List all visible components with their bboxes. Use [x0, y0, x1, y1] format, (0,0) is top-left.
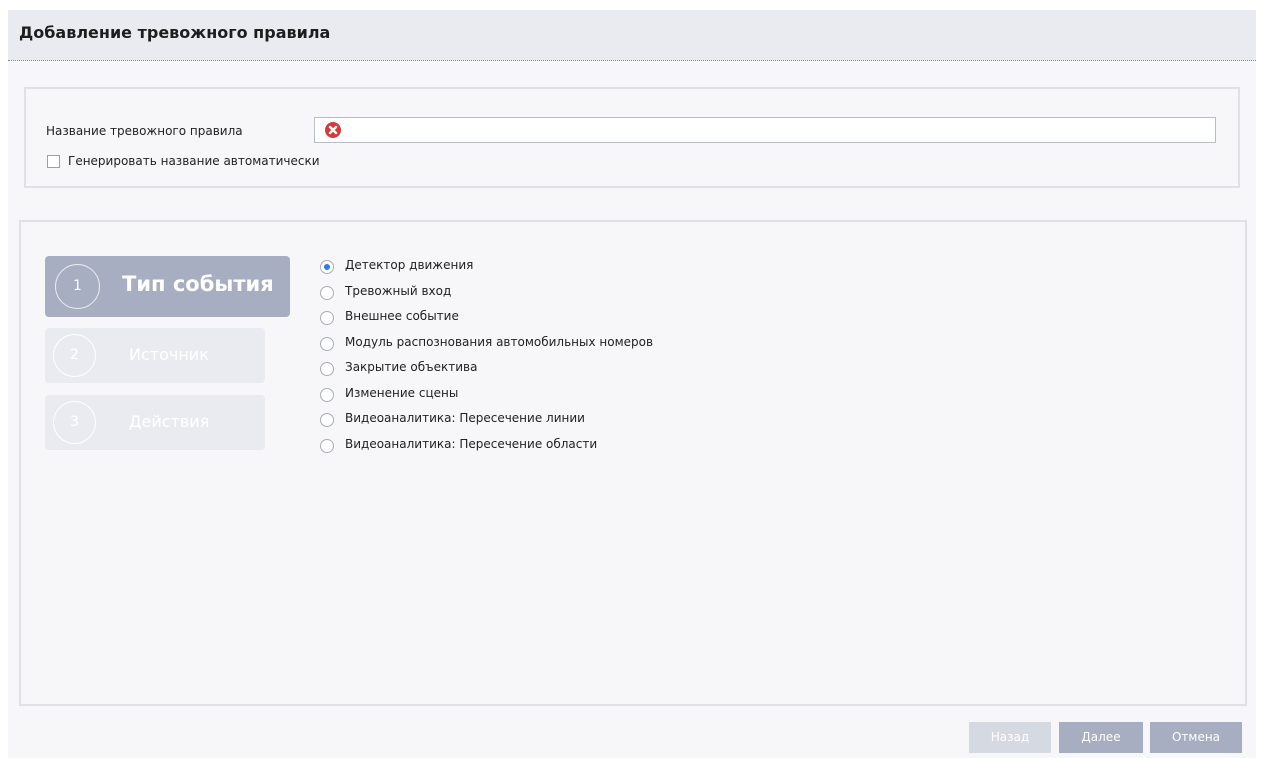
event-type-label: Модуль распознования автомобильных номер… — [345, 334, 654, 349]
radio-button[interactable] — [320, 438, 334, 453]
step-label-source: Источник — [129, 345, 209, 364]
auto-name-checkbox[interactable] — [47, 155, 60, 168]
step-label-actions: Действия — [129, 412, 210, 431]
event-type-label: Изменение сцены — [345, 385, 459, 400]
step-number-1: 1 — [55, 264, 100, 309]
error-x-icon — [325, 122, 341, 138]
radio-button[interactable] — [320, 362, 334, 376]
back-button[interactable]: Назад — [969, 722, 1051, 753]
rule-name-panel: Название тревожного правила Генерировать… — [24, 87, 1240, 188]
step-actions[interactable]: 3 Действия — [45, 395, 265, 450]
rule-name-label: Название тревожного правила — [46, 124, 243, 138]
next-button[interactable]: Далее — [1059, 722, 1143, 753]
step-event-type[interactable]: 1 Тип события — [45, 256, 290, 317]
event-type-label: Внешнее событие — [345, 309, 459, 323]
event-type-label: Видеоаналитика: Пересечение области — [345, 436, 598, 451]
radio-button[interactable] — [320, 413, 334, 427]
auto-name-label: Генерировать название автоматически — [68, 154, 320, 168]
step-number-2: 2 — [53, 334, 96, 377]
step-label-event-type: Тип события — [122, 272, 274, 296]
dialog-title: Добавление тревожного правила — [19, 23, 331, 42]
event-type-label: Видеоаналитика: Пересечение линии — [345, 411, 585, 425]
cancel-button[interactable]: Отмена — [1150, 722, 1242, 753]
radio-button[interactable] — [320, 311, 334, 325]
radio-button[interactable] — [320, 336, 334, 351]
event-type-label: Тревожный вход — [345, 283, 452, 298]
radio-button[interactable] — [320, 387, 334, 402]
alarm-rule-dialog: Добавление тревожного правила Название т… — [8, 10, 1256, 758]
event-type-label: Детектор движения — [345, 258, 474, 272]
dialog-header: Добавление тревожного правила — [8, 10, 1256, 61]
step-source[interactable]: 2 Источник — [45, 328, 265, 383]
wizard-panel: 1 Тип события 2 Источник 3 Действия Дете… — [19, 220, 1247, 706]
radio-button[interactable] — [320, 260, 334, 274]
step-number-3: 3 — [53, 401, 96, 444]
radio-button[interactable] — [320, 285, 334, 300]
rule-name-input[interactable] — [314, 117, 1216, 143]
event-type-label: Закрытие объектива — [345, 360, 478, 374]
